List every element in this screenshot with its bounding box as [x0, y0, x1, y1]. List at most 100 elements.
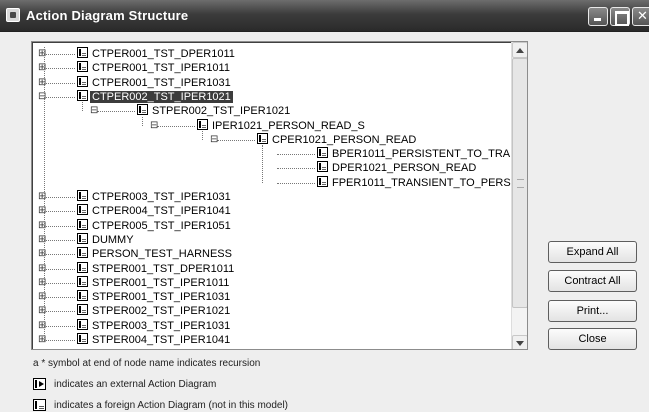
expand-icon[interactable]: ⊞ — [38, 192, 46, 202]
tree-node-label: DPER1021_PERSON_READ — [332, 162, 477, 175]
tree-node-label: STPER004_TST_IPER1041 — [92, 334, 231, 346]
action-diagram-icon — [77, 333, 88, 344]
external-diagram-icon — [33, 378, 46, 390]
tree-guide-line — [142, 116, 143, 126]
tree-node[interactable]: CTPER005_TST_IPER1051 — [77, 218, 231, 233]
expand-icon[interactable]: ⊞ — [38, 306, 46, 316]
action-diagram-icon — [77, 275, 88, 287]
expand-icon[interactable]: ⊞ — [38, 263, 46, 274]
expand-icon[interactable]: ⊞ — [38, 206, 46, 216]
tree-guide-line — [202, 130, 203, 140]
expand-icon[interactable]: ⊞ — [38, 63, 46, 73]
minimize-icon[interactable] — [588, 7, 608, 26]
tree-node-label: CTPER003_TST_IPER1031 — [92, 191, 231, 203]
tree-node-label: DUMMY — [92, 233, 134, 246]
tree-node[interactable]: DUMMY — [77, 232, 134, 247]
tree-node[interactable]: PERSON_TEST_HARNESS — [77, 247, 232, 261]
tree-connector — [44, 268, 75, 270]
tree-node[interactable]: BPER1011_PERSISTENT_TO_TRANSIENT — [317, 147, 512, 161]
collapse-icon[interactable]: ⊟ — [150, 120, 158, 131]
tree-node[interactable]: STPER003_TST_IPER1031 — [77, 318, 231, 333]
foreign-diagram-icon — [33, 399, 46, 411]
close-icon[interactable] — [632, 7, 649, 26]
tree-node[interactable]: STPER001_TST_IPER1031 — [77, 290, 230, 304]
action-diagram-icon — [77, 318, 88, 330]
action-diagram-icon — [77, 190, 88, 201]
collapse-icon[interactable]: ⊟ — [90, 106, 98, 116]
tree-node-label: STPER001_TST_IPER1031 — [92, 291, 231, 304]
tree-connector — [44, 96, 75, 98]
action-diagram-icon — [317, 147, 328, 159]
action-diagram-icon — [197, 118, 208, 130]
tree-connector — [44, 297, 75, 299]
tree-connector — [157, 125, 195, 127]
action-diagram-icon — [317, 175, 328, 187]
tree-node[interactable]: DPER1021_PERSON_READ — [317, 161, 476, 175]
tree-guide-line — [44, 47, 45, 340]
expand-icon[interactable]: ⊞ — [38, 220, 46, 231]
tree-node[interactable]: CPER1021_PERSON_READ — [257, 132, 417, 147]
tree-node[interactable]: IPER1021_PERSON_READ_S — [197, 118, 365, 133]
tree-node-label: CTPER002_TST_IPER1021 — [90, 90, 233, 103]
action-diagram-icon — [137, 104, 148, 116]
expand-icon[interactable]: ⊞ — [38, 320, 46, 331]
tree-node-label: CTPER005_TST_IPER1051 — [92, 219, 231, 232]
tree-node[interactable]: STPER002_TST_IPER1021 — [137, 104, 290, 118]
tree-node-label: STPER002_TST_IPER1021 — [152, 105, 291, 118]
scroll-up-icon[interactable] — [512, 42, 527, 58]
tree-node-label: IPER1021_PERSON_READ_S — [212, 119, 365, 132]
expand-icon[interactable]: ⊞ — [38, 77, 46, 88]
tree-connector — [44, 282, 75, 284]
external-note: indicates an external Action Diagram — [54, 379, 217, 390]
vertical-scrollbar[interactable] — [511, 42, 527, 349]
tree-node-label: BPER1011_PERSISTENT_TO_TRANSIENT — [332, 148, 512, 161]
action-diagram-icon — [77, 290, 88, 302]
action-diagram-icon — [77, 61, 88, 73]
expand-icon[interactable]: ⊞ — [38, 49, 46, 59]
contract-all-button[interactable]: Contract All — [548, 270, 637, 292]
action-diagram-icon — [317, 161, 328, 173]
tree-node-label: STPER001_TST_DPER1011 — [92, 262, 235, 275]
tree-node[interactable]: CTPER001_TST_DPER1011 — [77, 47, 235, 61]
tree-node[interactable]: CTPER004_TST_IPER1041 — [77, 204, 231, 218]
action-diagram-icon — [257, 132, 268, 144]
expand-all-button[interactable]: Expand All — [548, 241, 637, 263]
tree-view[interactable]: ⊞ CTPER001_TST_DPER1011 ⊞ CTPER001_TST_IPER… — [31, 41, 528, 350]
expand-icon[interactable]: ⊞ — [38, 335, 46, 345]
tree-node[interactable]: STPER004_TST_IPER1041 — [77, 333, 230, 347]
maximize-icon[interactable] — [610, 7, 630, 26]
close-button[interactable]: Close — [548, 328, 637, 350]
tree-connector — [44, 54, 75, 55]
tree-node[interactable]: STPER001_TST_IPER1011 — [77, 275, 229, 290]
tree-node-label: CTPER004_TST_IPER1041 — [92, 205, 231, 218]
expand-icon[interactable]: ⊞ — [38, 234, 46, 245]
tree-node[interactable]: CTPER003_TST_IPER1031 — [77, 190, 231, 204]
scroll-down-icon[interactable] — [512, 335, 527, 349]
collapse-icon[interactable]: ⊟ — [38, 91, 46, 102]
expand-icon[interactable]: ⊞ — [38, 249, 46, 259]
tree-connector — [97, 111, 135, 113]
tree-node[interactable]: STPER001_TST_DPER1011 — [77, 261, 235, 276]
tree-node[interactable]: CTPER001_TST_IPER1031 — [77, 75, 231, 90]
tree-node-label: CTPER001_TST_IPER1031 — [92, 76, 231, 89]
scrollbar-thumb[interactable] — [512, 58, 527, 308]
tree-node-label: FPER1011_TRANSIENT_TO_PERSISTENT — [332, 176, 512, 189]
collapse-icon[interactable]: ⊟ — [210, 134, 218, 145]
tree-node-label: CPER1021_PERSON_READ — [272, 133, 417, 146]
expand-icon[interactable]: ⊞ — [38, 277, 46, 288]
expand-icon[interactable]: ⊞ — [38, 292, 46, 302]
title-bar[interactable]: Action Diagram Structure — [0, 0, 649, 32]
action-diagram-structure-window: Action Diagram Structure ⊞ CTPER001_TST_D… — [0, 0, 649, 412]
tree-node[interactable]: CTPER002_TST_IPER1021 — [77, 89, 233, 104]
tree-node[interactable]: STPER002_TST_IPER1021 — [77, 304, 230, 318]
tree-node-label: STPER003_TST_IPER1031 — [92, 319, 231, 332]
tree-node[interactable]: FPER1011_TRANSIENT_TO_PERSISTENT — [317, 175, 512, 190]
action-diagram-icon — [77, 247, 88, 259]
tree-node[interactable]: CTPER001_TST_IPER1011 — [77, 61, 230, 75]
window-title: Action Diagram Structure — [26, 8, 189, 23]
print-button[interactable]: Print... — [548, 300, 637, 322]
tree-connector — [44, 197, 75, 198]
action-diagram-icon — [77, 261, 88, 273]
action-diagram-icon — [77, 218, 88, 230]
recursion-note: a * symbol at end of node name indicates… — [33, 358, 261, 369]
